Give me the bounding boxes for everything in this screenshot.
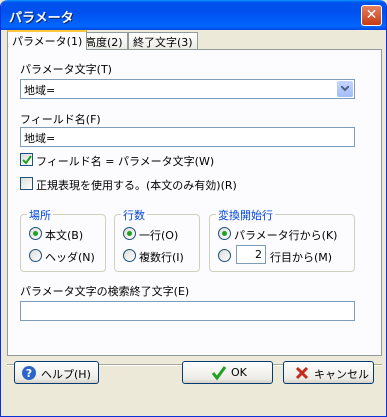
lines-multi-radio[interactable] bbox=[123, 249, 136, 262]
location-header-label[interactable]: ヘッダ(N) bbox=[45, 249, 95, 265]
lines-multi-label[interactable]: 複数行(I) bbox=[139, 249, 184, 265]
cancel-button[interactable]: キャンセル bbox=[283, 361, 374, 384]
param-string-label: パラメータ文字(T) bbox=[20, 63, 112, 76]
param-string-combo[interactable]: 地域= bbox=[20, 79, 355, 99]
location-group-title: 場所 bbox=[27, 207, 53, 223]
tab-parameter[interactable]: パラメータ(1) bbox=[7, 30, 88, 50]
dialog-body: パラメータ(1) 高度(2) 終了文字(3) パラメータ文字(T) 地域= フィ… bbox=[4, 30, 384, 414]
search-end-input[interactable] bbox=[20, 301, 355, 321]
param-string-value: 地域= bbox=[24, 84, 56, 97]
combo-dropdown-button[interactable] bbox=[337, 81, 353, 97]
start-nth-line-label[interactable]: 行目から(M) bbox=[270, 249, 332, 265]
start-nth-line-radio[interactable] bbox=[218, 249, 231, 262]
parameter-dialog: パラメータ ✕ パラメータ(1) 高度(2) 終了文字(3) パラメータ文字(T… bbox=[0, 0, 387, 417]
lines-group-title: 行数 bbox=[121, 207, 147, 223]
lines-single-label[interactable]: 一行(O) bbox=[139, 227, 178, 243]
close-icon: ✕ bbox=[365, 7, 378, 23]
close-button[interactable]: ✕ bbox=[361, 5, 382, 26]
field-name-label: フィールド名(F) bbox=[20, 113, 101, 126]
cancel-x-icon bbox=[295, 366, 309, 380]
ok-button[interactable]: OK bbox=[182, 361, 273, 384]
lines-group: 行数 一行(O) 複数行(I) bbox=[114, 207, 200, 272]
checkmark-icon bbox=[211, 366, 227, 381]
location-body-label[interactable]: 本文(B) bbox=[45, 227, 83, 243]
lines-single-radio[interactable] bbox=[123, 227, 136, 240]
tab-panel: パラメータ文字(T) 地域= フィールド名(F) 地域= フィールド名 = パラ… bbox=[7, 49, 382, 356]
ok-label: OK bbox=[231, 366, 247, 379]
tab-end-char[interactable]: 終了文字(3) bbox=[128, 32, 198, 49]
location-group: 場所 本文(B) ヘッダ(N) bbox=[20, 207, 106, 272]
title-bar: パラメータ ✕ bbox=[1, 0, 386, 30]
search-end-label: パラメータ文字の検索終了文字(E) bbox=[20, 285, 190, 298]
start-line-number-input[interactable]: 2 bbox=[236, 245, 266, 264]
window-title: パラメータ bbox=[9, 11, 74, 26]
help-icon: ? bbox=[22, 366, 36, 380]
cancel-label: キャンセル bbox=[314, 368, 369, 381]
location-body-radio[interactable] bbox=[29, 227, 42, 240]
same-as-param-checkbox[interactable] bbox=[20, 153, 33, 166]
start-line-group-title: 変換開始行 bbox=[216, 207, 275, 223]
same-as-param-label[interactable]: フィールド名 = パラメータ文字(W) bbox=[36, 153, 214, 169]
help-button[interactable]: ? ヘルプ(H) bbox=[14, 361, 99, 384]
start-line-group: 変換開始行 パラメータ行から(K) 2 行目から(M) bbox=[209, 207, 355, 272]
start-param-line-label[interactable]: パラメータ行から(K) bbox=[234, 227, 337, 243]
checkmark-icon bbox=[22, 155, 32, 165]
help-label: ヘルプ(H) bbox=[41, 368, 91, 381]
svg-text:?: ? bbox=[26, 367, 32, 380]
regex-label[interactable]: 正規表現を使用する。(本文のみ有効)(R) bbox=[36, 177, 237, 193]
field-name-input[interactable]: 地域= bbox=[20, 127, 355, 147]
chevron-down-icon bbox=[341, 86, 349, 92]
regex-checkbox[interactable] bbox=[20, 177, 33, 190]
field-name-value: 地域= bbox=[24, 132, 56, 145]
start-param-line-radio[interactable] bbox=[218, 227, 231, 240]
location-header-radio[interactable] bbox=[29, 249, 42, 262]
